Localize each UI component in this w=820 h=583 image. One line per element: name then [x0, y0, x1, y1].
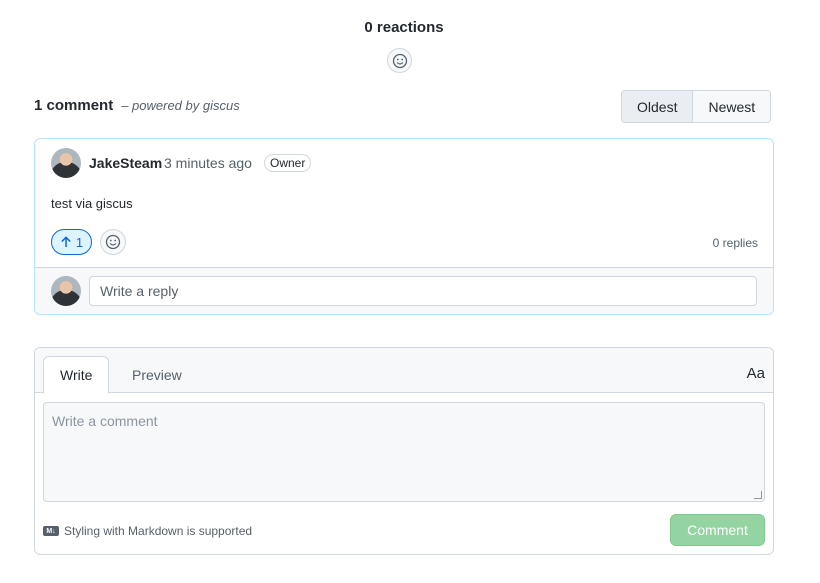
comment-card: JakeSteam 3 minutes ago Owner test via g…: [34, 138, 774, 315]
comment-submit-button[interactable]: Comment: [670, 514, 765, 546]
reply-area: Write a reply: [35, 267, 773, 314]
markdown-note-text: Styling with Markdown is supported: [64, 524, 253, 538]
comment-placeholder: Write a comment: [52, 413, 158, 429]
add-reaction-button[interactable]: [387, 48, 412, 73]
tab-preview[interactable]: Preview: [116, 356, 198, 394]
upvote-count: 1: [75, 234, 84, 250]
smiley-icon: [105, 234, 121, 250]
font-toggle-button[interactable]: Aa: [747, 365, 765, 382]
comment-editor: Write Preview Aa Write a comment M↓ Styl…: [34, 347, 774, 555]
editor-tabs: Write Preview Aa: [35, 348, 773, 394]
reactions-title: 0 reactions: [364, 19, 444, 36]
reply-input[interactable]: Write a reply: [89, 276, 757, 306]
arrow-up-icon: [61, 236, 71, 247]
avatar[interactable]: [51, 148, 81, 178]
comment-textarea[interactable]: Write a comment: [43, 402, 765, 502]
comments-header: 1 comment – powered by giscus: [34, 97, 240, 114]
sort-newest-button[interactable]: Newest: [692, 91, 771, 122]
resize-handle[interactable]: [754, 491, 762, 499]
comment-author[interactable]: JakeSteam: [89, 155, 162, 171]
upvote-button[interactable]: 1: [51, 229, 92, 255]
markdown-note[interactable]: M↓ Styling with Markdown is supported: [43, 524, 252, 538]
tab-write[interactable]: Write: [43, 356, 110, 394]
sort-toggle: Oldest Newest: [621, 90, 772, 123]
comment-count: 1 comment: [34, 97, 114, 114]
replies-count: 0 replies: [712, 236, 758, 250]
comment-reaction-button[interactable]: [100, 229, 126, 255]
owner-badge: Owner: [264, 154, 312, 172]
sort-oldest-button[interactable]: Oldest: [622, 91, 693, 122]
avatar: [51, 276, 81, 306]
comment-timestamp[interactable]: 3 minutes ago: [164, 155, 252, 171]
powered-by-label: – powered by giscus: [121, 98, 240, 113]
markdown-icon: M↓: [43, 526, 59, 536]
comment-body: test via giscus: [51, 196, 133, 211]
smiley-icon: [392, 53, 407, 68]
